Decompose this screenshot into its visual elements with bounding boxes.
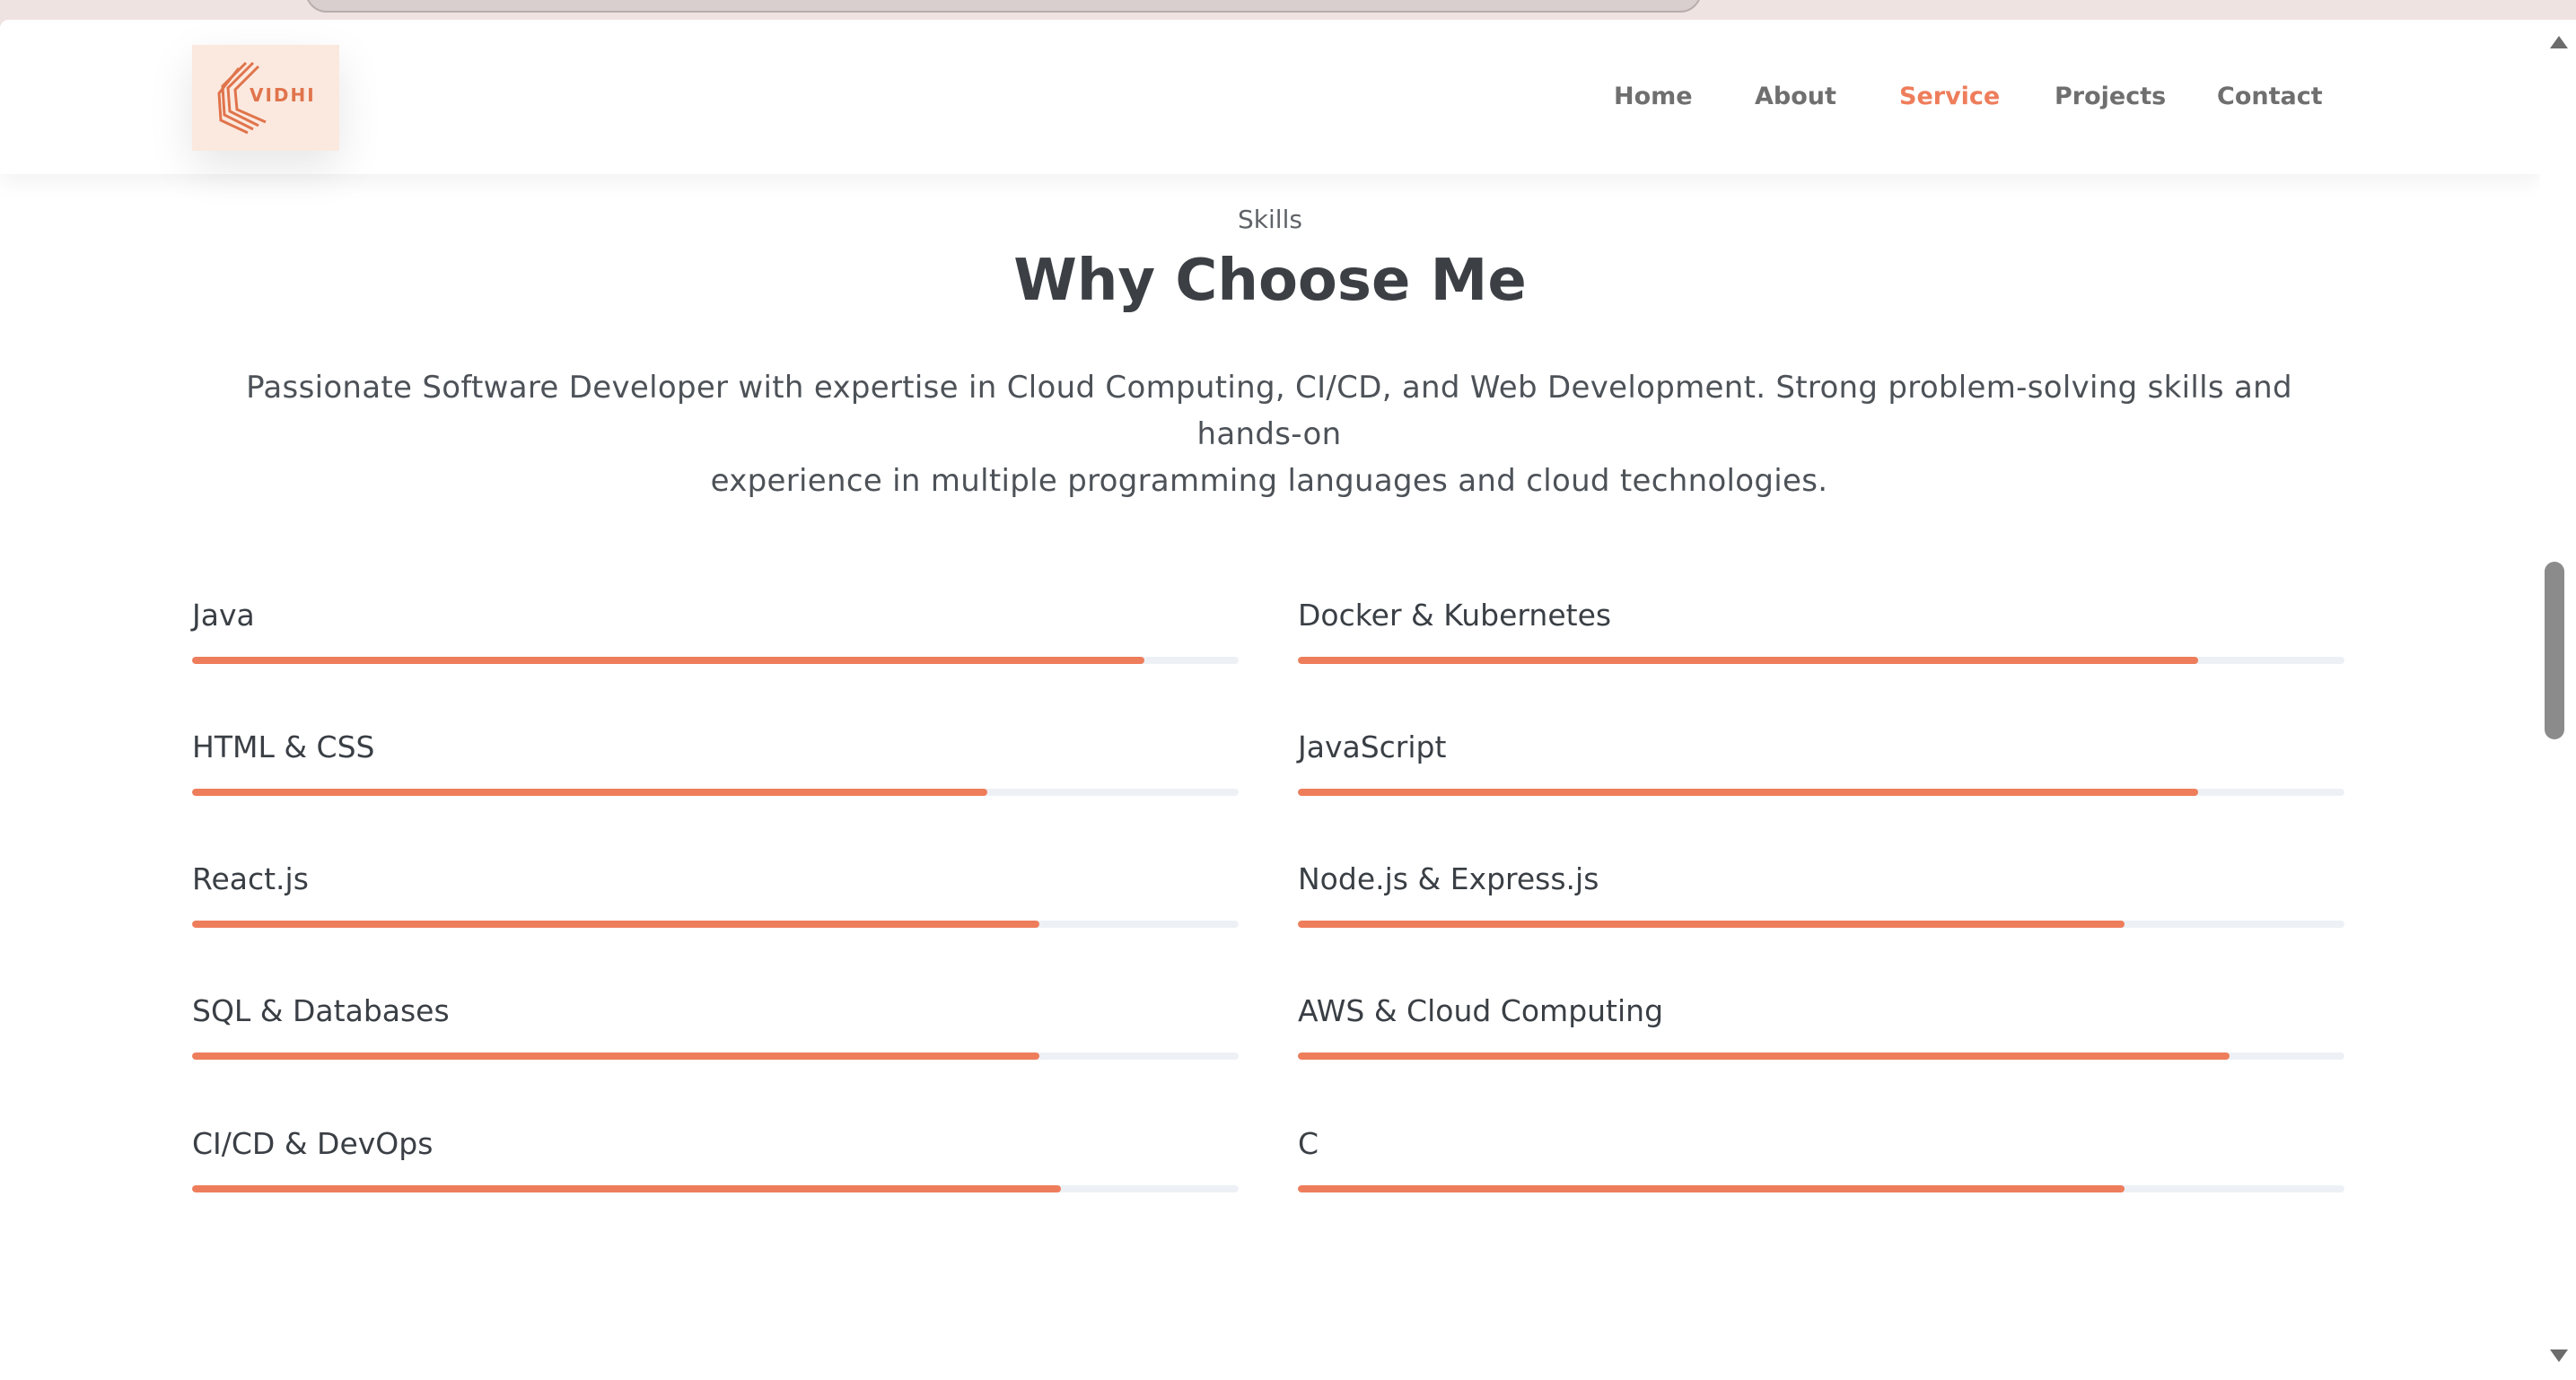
skill-progress-fill [1298,921,2125,928]
site-header: VIDHI Home About Service Projects Contac… [0,20,2540,174]
skill-progress-track [1298,1052,2344,1060]
skill-progress-track [192,657,1239,664]
nav-service[interactable]: Service [1899,83,2000,110]
skill-progress-fill [1298,1185,2125,1192]
skill-progress-track [192,921,1239,928]
skill-item: Docker & Kubernetes [1298,598,2344,678]
skill-progress-track [192,1185,1239,1192]
skill-item: React.js [192,861,1239,942]
scroll-down-arrow-icon[interactable] [2550,1349,2568,1362]
skill-progress-fill [192,657,1145,664]
skill-name: React.js [192,861,309,896]
skill-item: CI/CD & DevOps [192,1126,1239,1207]
skill-name: Node.js & Express.js [1298,861,1599,896]
skill-progress-track [1298,921,2344,928]
skill-item: JavaScript [1298,729,2344,810]
skill-progress-track [192,789,1239,796]
nav-projects[interactable]: Projects [2055,83,2166,110]
scroll-up-arrow-icon[interactable] [2550,36,2568,48]
page-viewport: VIDHI Home About Service Projects Contac… [0,20,2540,1380]
skill-item: AWS & Cloud Computing [1298,993,2344,1074]
skill-progress-track [1298,1185,2344,1192]
section-description-line-2: experience in multiple programming langu… [710,463,1828,499]
skill-name: CI/CD & DevOps [192,1126,434,1161]
browser-address-bar[interactable] [305,0,1702,13]
skill-item: C [1298,1126,2344,1207]
section-description-line-1: Passionate Software Developer with exper… [246,370,2292,452]
skill-progress-fill [192,789,988,796]
logo-text: VIDHI [250,84,316,106]
skill-progress-fill [1298,657,2198,664]
skill-name: C [1298,1126,1319,1161]
nav-contact[interactable]: Contact [2217,83,2323,110]
site-logo[interactable]: VIDHI [192,45,339,151]
skill-item: Java [192,598,1239,678]
skill-progress-track [192,1052,1239,1060]
skill-progress-track [1298,789,2344,796]
skill-name: SQL & Databases [192,993,450,1028]
nav-about[interactable]: About [1755,83,1836,110]
section-eyebrow: Skills [1238,205,1302,234]
skill-progress-track [1298,657,2344,664]
skill-name: Docker & Kubernetes [1298,598,1612,633]
skill-name: JavaScript [1298,729,1447,764]
skill-progress-fill [1298,789,2198,796]
skill-item: HTML & CSS [192,729,1239,810]
skill-name: HTML & CSS [192,729,375,764]
skill-progress-fill [1298,1052,2230,1060]
page-scrollbar[interactable] [2540,20,2576,1380]
scrollbar-thumb[interactable] [2545,562,2564,739]
skill-item: Node.js & Express.js [1298,861,2344,942]
section-title: Why Choose Me [1013,248,1527,314]
section-description: Passionate Software Developer with exper… [192,364,2346,504]
skill-progress-fill [192,921,1040,928]
skill-progress-fill [192,1185,1061,1192]
skill-progress-fill [192,1052,1040,1060]
skill-name: AWS & Cloud Computing [1298,993,1664,1028]
browser-top-strip [0,0,2576,20]
nav-home[interactable]: Home [1614,83,1693,110]
skill-item: SQL & Databases [192,993,1239,1074]
skill-name: Java [192,598,255,633]
